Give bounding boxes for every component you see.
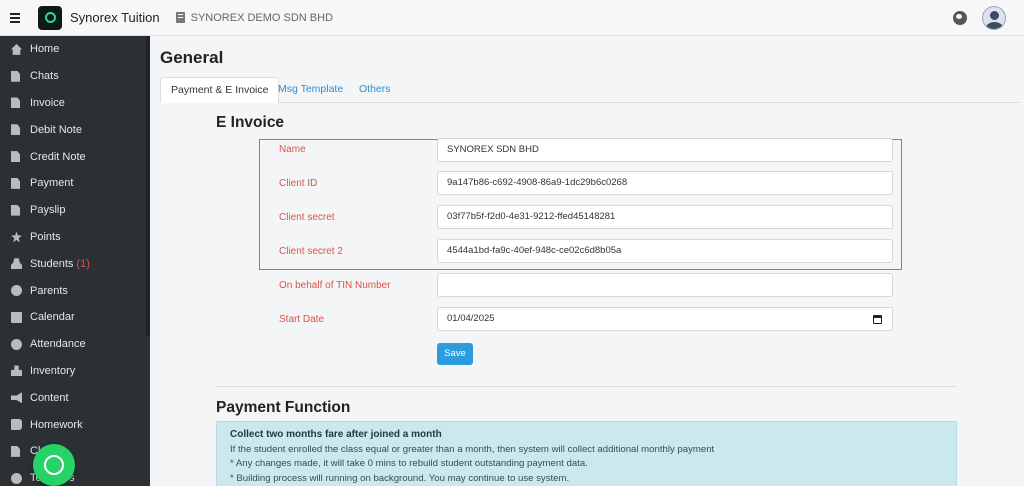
tab-payment-einvoice[interactable]: Payment & E Invoice bbox=[160, 77, 280, 103]
document-icon bbox=[11, 177, 20, 189]
sidebar-item-classes[interactable]: Cl bbox=[0, 438, 150, 465]
sidebar-item-label: Students bbox=[30, 257, 74, 270]
app-title[interactable]: Synorex Tuition bbox=[70, 10, 160, 25]
info-line: * Building process will running on backg… bbox=[230, 472, 570, 484]
sidebar: Home Chats Invoice Debit Note Credit Not… bbox=[0, 36, 150, 486]
sidebar-item-label: Chats bbox=[30, 70, 59, 83]
megaphone-icon bbox=[11, 392, 22, 404]
sidebar-item-label: Attendance bbox=[30, 338, 86, 351]
sidebar-item-home[interactable]: Home bbox=[0, 36, 150, 63]
sidebar-item-content[interactable]: Content bbox=[0, 384, 150, 411]
sidebar-item-teachers[interactable]: Teachers bbox=[0, 465, 150, 486]
tin-field[interactable] bbox=[437, 273, 893, 297]
home-icon bbox=[11, 43, 22, 55]
client-id-label: Client ID bbox=[279, 178, 318, 189]
page-title: General bbox=[160, 48, 224, 67]
main-content: General Payment & E Invoice Msg Template… bbox=[150, 36, 1024, 486]
sidebar-item-calendar[interactable]: Calendar bbox=[0, 304, 150, 331]
calendar-icon bbox=[11, 311, 22, 323]
einvoice-title: E Invoice bbox=[216, 114, 285, 131]
client-id-field[interactable]: 9a147b86-c692-4908-86a9-1dc29b6c0268 bbox=[437, 171, 893, 195]
document-icon bbox=[11, 97, 20, 109]
sidebar-item-label: Homework bbox=[30, 418, 83, 431]
client-secret-field[interactable]: 03f77b5f-f2d0-4e31-9212-ffed45148281 bbox=[437, 205, 893, 229]
sidebar-item-homework[interactable]: Homework bbox=[0, 411, 150, 438]
sidebar-item-points[interactable]: Points bbox=[0, 224, 150, 251]
sidebar-item-label: Debit Note bbox=[30, 123, 82, 136]
boxes-icon bbox=[11, 365, 22, 377]
user-circle-icon bbox=[11, 285, 22, 297]
client-secret-2-field[interactable]: 4544a1bd-fa9c-40ef-948c-ce02c6d8b05a bbox=[437, 239, 893, 263]
name-label: Name bbox=[279, 144, 306, 155]
document-icon bbox=[11, 204, 20, 216]
students-badge: (1) bbox=[76, 257, 90, 270]
building-icon bbox=[175, 12, 185, 23]
clock-icon bbox=[11, 338, 22, 350]
company-name: SYNOREX DEMO SDN BHD bbox=[190, 11, 334, 24]
sidebar-item-debit-note[interactable]: Debit Note bbox=[0, 116, 150, 143]
document-icon bbox=[11, 124, 20, 136]
sidebar-item-students[interactable]: Students (1) bbox=[0, 250, 150, 277]
menu-icon[interactable] bbox=[10, 12, 26, 23]
document-icon bbox=[11, 151, 20, 163]
sidebar-item-label: Invoice bbox=[30, 96, 65, 109]
tin-label: On behalf of TIN Number bbox=[279, 280, 391, 291]
top-bar: Synorex Tuition SYNOREX DEMO SDN BHD bbox=[0, 0, 1024, 36]
save-button[interactable]: Save bbox=[437, 343, 473, 365]
users-icon bbox=[11, 258, 22, 270]
divider bbox=[216, 386, 957, 387]
tab-msg-template[interactable]: Msg Template bbox=[268, 77, 353, 103]
info-box: Collect two months fare after joined a m… bbox=[216, 421, 957, 486]
whatsapp-button[interactable] bbox=[33, 444, 75, 486]
app-logo[interactable] bbox=[38, 5, 62, 30]
sidebar-item-invoice[interactable]: Invoice bbox=[0, 90, 150, 117]
sidebar-item-inventory[interactable]: Inventory bbox=[0, 358, 150, 385]
sidebar-item-label: Inventory bbox=[30, 364, 76, 377]
user-icon bbox=[11, 472, 22, 484]
start-date-value: 01/04/2025 bbox=[447, 313, 495, 324]
sidebar-item-label: Payslip bbox=[30, 204, 66, 217]
sidebar-item-label: Credit Note bbox=[30, 150, 86, 163]
calendar-icon[interactable] bbox=[873, 315, 882, 324]
info-line: * Any changes made, it will take 0 mins … bbox=[230, 458, 588, 469]
star-icon bbox=[11, 231, 22, 243]
client-secret-2-label: Client secret 2 bbox=[279, 246, 343, 257]
client-secret-label: Client secret bbox=[279, 212, 335, 223]
tab-others[interactable]: Others bbox=[349, 77, 401, 103]
sidebar-item-parents[interactable]: Parents bbox=[0, 277, 150, 304]
globe-icon[interactable] bbox=[953, 11, 967, 25]
book-icon bbox=[11, 419, 22, 431]
sidebar-item-chats[interactable]: Chats bbox=[0, 63, 150, 90]
start-date-label: Start Date bbox=[279, 314, 325, 325]
sidebar-item-label: Points bbox=[30, 230, 61, 243]
avatar[interactable] bbox=[982, 6, 1006, 30]
tab-bar: Payment & E Invoice Msg Template Others bbox=[160, 77, 1020, 103]
sidebar-item-label: Calendar bbox=[30, 311, 75, 324]
info-title: Collect two months fare after joined a m… bbox=[230, 429, 442, 440]
start-date-field[interactable]: 01/04/2025 bbox=[437, 307, 893, 331]
sidebar-item-label: Payment bbox=[30, 177, 74, 190]
sidebar-item-label: Home bbox=[30, 43, 60, 56]
document-icon bbox=[11, 445, 20, 457]
sidebar-item-label: Parents bbox=[30, 284, 68, 297]
name-field[interactable]: SYNOREX SDN BHD bbox=[437, 138, 893, 162]
sidebar-item-attendance[interactable]: Attendance bbox=[0, 331, 150, 358]
info-line: If the student enrolled the class equal … bbox=[230, 443, 715, 455]
sidebar-item-payment[interactable]: Payment bbox=[0, 170, 150, 197]
sidebar-item-label: Content bbox=[30, 391, 69, 404]
whatsapp-icon bbox=[44, 455, 64, 475]
sidebar-item-credit-note[interactable]: Credit Note bbox=[0, 143, 150, 170]
document-icon bbox=[11, 70, 20, 82]
sidebar-item-payslip[interactable]: Payslip bbox=[0, 197, 150, 224]
payment-function-title: Payment Function bbox=[216, 399, 351, 416]
